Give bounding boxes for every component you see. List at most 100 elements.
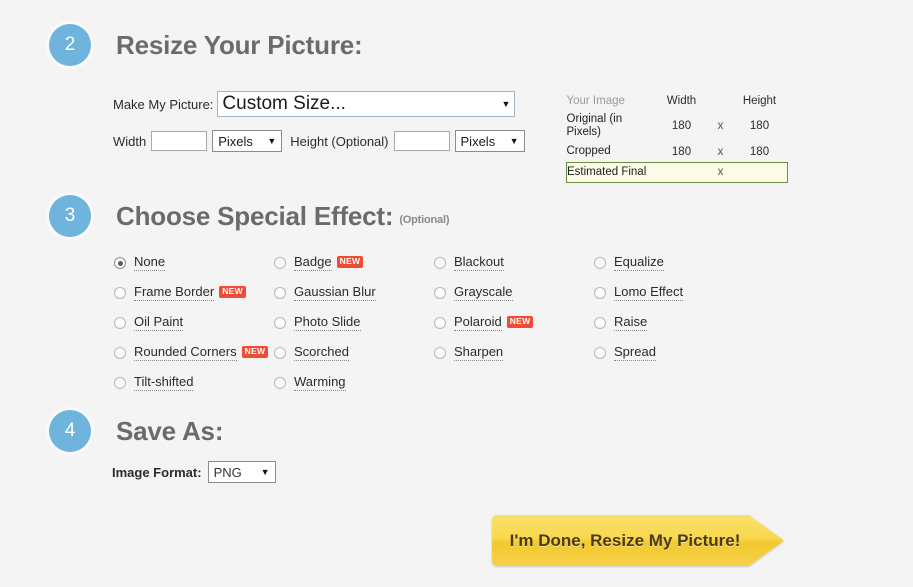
- effect-label: Frame Border: [134, 285, 214, 301]
- effect-option-badge[interactable]: BadgeNEW: [274, 248, 434, 278]
- effect-option-warming[interactable]: Warming: [274, 368, 434, 398]
- width-unit-select[interactable]: Pixels ▼: [212, 130, 282, 152]
- effect-label: Scorched: [294, 345, 349, 361]
- effect-label: Lomo Effect: [614, 285, 683, 301]
- radio-icon[interactable]: [594, 257, 606, 269]
- step-2-number: 2: [49, 24, 91, 66]
- radio-icon[interactable]: [434, 347, 446, 359]
- effect-option-photo-slide[interactable]: Photo Slide: [274, 308, 434, 338]
- resize-submit-button[interactable]: I'm Done, Resize My Picture!: [492, 515, 784, 566]
- effect-option-blackout[interactable]: Blackout: [434, 248, 594, 278]
- radio-icon[interactable]: [114, 377, 126, 389]
- new-badge: NEW: [242, 346, 269, 357]
- radio-icon[interactable]: [274, 287, 286, 299]
- effect-option-equalize[interactable]: Equalize: [594, 248, 754, 278]
- chevron-down-icon: ▼: [502, 100, 511, 109]
- row-label-cropped: Cropped: [567, 142, 654, 162]
- effect-label: Warming: [294, 375, 346, 391]
- header-height: Height: [732, 92, 788, 110]
- effects-column-1: None Frame Border NEW Oil Paint Rounded Corn…: [114, 248, 274, 398]
- radio-icon[interactable]: [434, 257, 446, 269]
- effect-option-polaroid[interactable]: PolaroidNEW: [434, 308, 594, 338]
- effect-label: Spread: [614, 345, 656, 361]
- new-badge: NEW: [219, 286, 246, 297]
- table-header-row: Your Image Width Height: [567, 92, 788, 110]
- effect-label: Tilt-shifted: [134, 375, 193, 391]
- radio-icon[interactable]: [434, 287, 446, 299]
- step-2-header: 2 Resize Your Picture:: [49, 24, 362, 66]
- preset-size-value: Custom Size...: [222, 93, 346, 115]
- preset-size-select[interactable]: Custom Size... ▼: [217, 91, 515, 117]
- image-dimensions-table: Your Image Width Height Original (in Pix…: [566, 92, 788, 183]
- radio-icon[interactable]: [274, 257, 286, 269]
- row-label-estimated-final: Estimated Final: [567, 162, 654, 182]
- radio-icon[interactable]: [594, 347, 606, 359]
- radio-icon[interactable]: [274, 377, 286, 389]
- effect-option-frame-border[interactable]: Frame Border NEW: [114, 278, 274, 308]
- cropped-width: 180: [654, 142, 710, 162]
- new-badge: NEW: [337, 256, 364, 267]
- effect-label: Raise: [614, 315, 647, 331]
- step-4-header: 4 Save As:: [49, 410, 223, 452]
- effect-label: Photo Slide: [294, 315, 361, 331]
- step-4-title: Save As:: [116, 416, 223, 447]
- header-width: Width: [654, 92, 710, 110]
- image-format-label: Image Format:: [112, 465, 202, 480]
- effect-option-scorched[interactable]: Scorched: [274, 338, 434, 368]
- final-width: [654, 162, 710, 182]
- table-row-estimated-final: Estimated Final x: [567, 162, 788, 182]
- make-my-picture-row: Make My Picture: Custom Size... ▼: [113, 90, 525, 118]
- radio-icon[interactable]: [594, 287, 606, 299]
- step-4-number: 4: [49, 410, 91, 452]
- header-your-image: Your Image: [567, 92, 654, 110]
- radio-icon[interactable]: [594, 317, 606, 329]
- effect-option-tilt-shifted[interactable]: Tilt-shifted: [114, 368, 274, 398]
- width-label: Width: [113, 134, 146, 149]
- radio-icon[interactable]: [114, 317, 126, 329]
- radio-icon[interactable]: [114, 257, 126, 269]
- final-height: [732, 162, 788, 182]
- effects-column-4: Equalize Lomo Effect Raise Spread: [594, 248, 754, 398]
- effect-label: Rounded Corners: [134, 345, 237, 361]
- radio-icon[interactable]: [274, 317, 286, 329]
- make-my-picture-label: Make My Picture:: [113, 97, 213, 112]
- header-spacer: [710, 92, 732, 110]
- image-format-select[interactable]: PNG ▼: [208, 461, 276, 483]
- height-label: Height (Optional): [290, 134, 388, 149]
- width-height-row: Width Pixels ▼ Height (Optional) Pixels …: [113, 130, 525, 152]
- effect-option-sharpen[interactable]: Sharpen: [434, 338, 594, 368]
- effect-option-raise[interactable]: Raise: [594, 308, 754, 338]
- effect-option-rounded-corners[interactable]: Rounded Corners NEW: [114, 338, 274, 368]
- image-format-value: PNG: [214, 465, 242, 480]
- radio-icon[interactable]: [274, 347, 286, 359]
- cropped-height: 180: [732, 142, 788, 162]
- effect-option-lomo-effect[interactable]: Lomo Effect: [594, 278, 754, 308]
- width-unit-value: Pixels: [218, 134, 253, 149]
- effect-option-oil-paint[interactable]: Oil Paint: [114, 308, 274, 338]
- step-3-header: 3 Choose Special Effect:(Optional): [49, 195, 449, 237]
- height-input[interactable]: [394, 131, 450, 151]
- radio-icon[interactable]: [114, 287, 126, 299]
- effect-option-none[interactable]: None: [114, 248, 274, 278]
- effect-label: Gaussian Blur: [294, 285, 376, 301]
- effect-option-spread[interactable]: Spread: [594, 338, 754, 368]
- effect-option-gaussian-blur[interactable]: Gaussian Blur: [274, 278, 434, 308]
- radio-icon[interactable]: [434, 317, 446, 329]
- radio-icon[interactable]: [114, 347, 126, 359]
- height-unit-select[interactable]: Pixels ▼: [455, 130, 525, 152]
- effect-label: Blackout: [454, 255, 504, 271]
- width-input[interactable]: [151, 131, 207, 151]
- step-3-title: Choose Special Effect:(Optional): [116, 201, 449, 232]
- special-effects-options: None Frame Border NEW Oil Paint Rounded Corn…: [114, 248, 814, 398]
- final-x: x: [710, 162, 732, 182]
- effects-column-3: Blackout Grayscale PolaroidNEWSharpen: [434, 248, 594, 398]
- step-3-title-text: Choose Special Effect:: [116, 201, 393, 231]
- cropped-x: x: [710, 142, 732, 162]
- chevron-down-icon: ▼: [267, 137, 276, 146]
- effect-option-grayscale[interactable]: Grayscale: [434, 278, 594, 308]
- effect-label: Oil Paint: [134, 315, 183, 331]
- effect-label: Polaroid: [454, 315, 502, 331]
- effect-label: Grayscale: [454, 285, 513, 301]
- save-as-form: Image Format: PNG ▼: [112, 461, 276, 483]
- submit-area: I'm Done, Resize My Picture!: [492, 515, 784, 566]
